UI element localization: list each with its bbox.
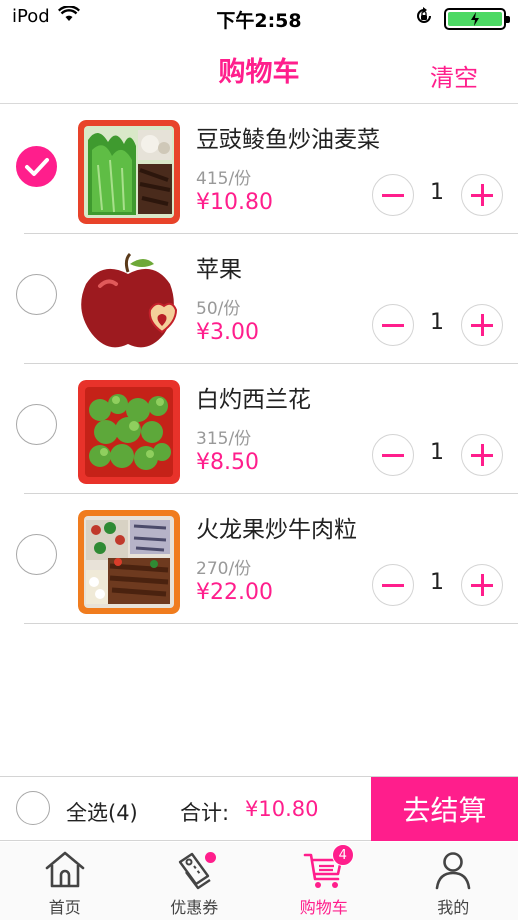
item-name: 火龙果炒牛肉粒 [196,517,357,543]
item-name: 豆豉鲮鱼炒油麦菜 [196,127,380,153]
tab-coupons[interactable]: 优惠券 [130,842,260,920]
tab-profile[interactable]: 我的 [389,842,518,920]
item-name: 白灼西兰花 [196,387,311,413]
item-weight: 270/份 [196,559,252,579]
cart-item: 白灼西兰花 315/份 ¥8.50 1 [0,364,518,494]
item-weight: 50/份 [196,299,241,319]
orientation-lock-icon [414,6,434,31]
item-price: ¥8.50 [196,450,259,475]
home-icon [43,848,87,892]
increase-button[interactable] [461,174,503,216]
user-icon [431,848,475,892]
checkout-bar: 全选(4) 合计: ¥10.80 去结算 [0,776,518,841]
total-value: ¥10.80 [245,797,319,821]
cart-badge: 4 [331,844,354,866]
tab-cart[interactable]: 4 购物车 [259,842,389,920]
increase-button[interactable] [461,434,503,476]
item-checkbox[interactable] [16,274,57,315]
decrease-button[interactable] [372,304,414,346]
total-label: 合计: [180,801,230,825]
increase-button[interactable] [461,564,503,606]
item-quantity: 1 [430,570,444,595]
clear-button[interactable]: 清空 [430,58,478,93]
item-quantity: 1 [430,440,444,465]
status-right [414,6,510,31]
tab-label: 首页 [48,898,81,917]
battery-icon [444,7,510,30]
tab-label: 优惠券 [170,898,219,917]
item-price: ¥22.00 [196,580,273,605]
item-checkbox[interactable] [16,146,57,187]
divider [24,623,518,624]
item-image-broccoli-dish [78,380,180,484]
decrease-button[interactable] [372,174,414,216]
tab-label: 我的 [437,898,470,917]
status-bar: iPod 下午2:58 [0,0,518,36]
decrease-button[interactable] [372,564,414,606]
tab-label: 购物车 [299,898,348,917]
item-weight: 315/份 [196,429,252,449]
cart-item: 豆豉鲮鱼炒油麦菜 415/份 ¥10.80 1 [0,104,518,234]
item-image-beef-dish [78,510,180,614]
item-price: ¥10.80 [196,190,273,215]
select-all-checkbox[interactable] [16,791,50,825]
cart-item: 火龙果炒牛肉粒 270/份 ¥22.00 1 [0,494,518,624]
item-checkbox[interactable] [16,404,57,445]
checkmark-icon [24,157,49,176]
checkout-button[interactable]: 去结算 [371,777,518,841]
increase-button[interactable] [461,304,503,346]
item-checkbox[interactable] [16,534,57,575]
coupon-icon [172,848,217,892]
item-image-lettuce-dish [78,120,180,224]
nav-bar: 购物车 清空 [0,36,518,104]
item-weight: 415/份 [196,169,252,189]
item-quantity: 1 [430,180,444,205]
cart-item: 苹果 50/份 ¥3.00 1 [0,234,518,364]
decrease-button[interactable] [372,434,414,476]
tab-bar: 首页 优惠券 4 购物车 我的 [0,842,518,920]
item-quantity: 1 [430,310,444,335]
select-all-label[interactable]: 全选(4) [66,797,138,827]
tab-home[interactable]: 首页 [0,842,130,920]
cart-icon: 4 [302,844,354,892]
item-image-apple [78,250,180,354]
item-price: ¥3.00 [196,320,259,345]
item-name: 苹果 [196,257,242,283]
